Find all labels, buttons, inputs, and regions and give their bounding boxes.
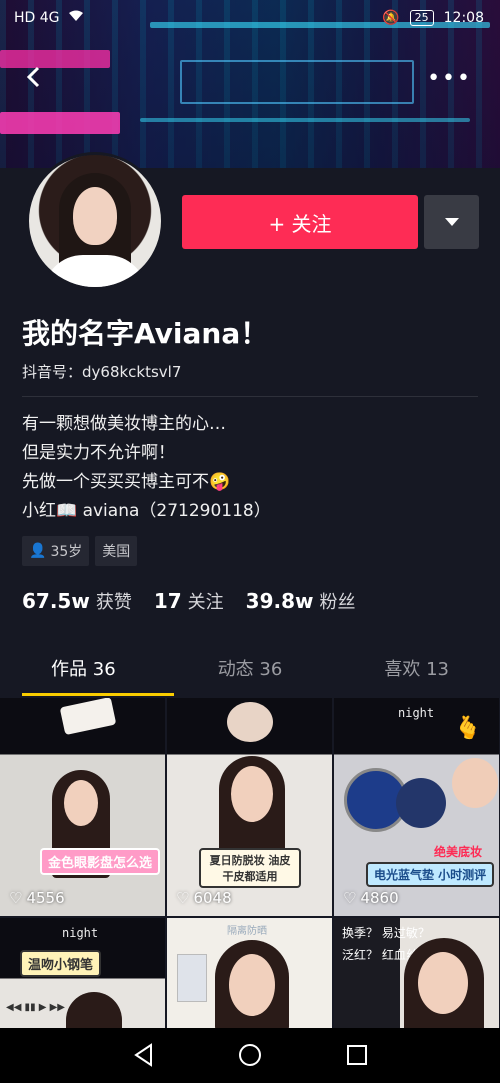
like-count: 4556 bbox=[26, 889, 65, 907]
video-badge: 绝美底妆 bbox=[434, 845, 483, 859]
profile-tags: 👤 35岁 美国 bbox=[22, 536, 138, 566]
like-count: 6048 bbox=[193, 889, 232, 907]
nav-recents-icon[interactable] bbox=[344, 1042, 370, 1068]
video-thumbnail[interactable]: 夏日防脱妆 油皮干皮都适用 ♡ 6048 bbox=[167, 698, 332, 916]
heart-icon: ♡ bbox=[343, 889, 357, 907]
back-arrow-icon[interactable] bbox=[20, 62, 50, 92]
video-grid: 金色眼影盘怎么选 ♡ 4556 夏日防脱妆 油皮干皮都适用 ♡ 6048 nig… bbox=[0, 698, 500, 1028]
tab-works[interactable]: 作品 36 bbox=[0, 650, 167, 696]
stat-label: 获赞 bbox=[95, 592, 132, 613]
bio-line: 先做一个买买买博主可不🤪 bbox=[22, 472, 231, 492]
video-thumbnail[interactable]: night 温吻小钢笔 ◀◀ ▮▮ ▶ ▶▶ bbox=[0, 918, 165, 1028]
video-thumbnail[interactable]: 换季？ 易过敏？ 泛红？ 红血丝？ bbox=[334, 918, 499, 1028]
stat-number: 39.8w bbox=[245, 589, 314, 613]
video-caption: 温吻小钢笔 bbox=[20, 950, 102, 977]
more-dots-icon[interactable]: ••• bbox=[427, 66, 472, 91]
age-tag: 👤 35岁 bbox=[22, 536, 90, 566]
video-caption: 金色眼影盘怎么选 bbox=[40, 848, 161, 875]
battery-indicator: 25 bbox=[409, 10, 434, 26]
system-nav-bar bbox=[0, 1028, 500, 1083]
bio: 有一颗想做美妆博主的心… 但是实力不允许啊！ 先做一个买买买博主可不🤪 小红📖 … bbox=[22, 410, 271, 526]
country-tag: 美国 bbox=[95, 536, 138, 566]
stat-number: 17 bbox=[153, 589, 182, 613]
follow-button-label: + 关注 bbox=[268, 211, 332, 236]
follow-button[interactable]: + 关注 bbox=[182, 195, 418, 249]
stat-label: 粉丝 bbox=[319, 592, 356, 613]
video-thumbnail[interactable]: night 🫰 绝美底妆 电光蓝气垫 小时测评 ♡ 4860 bbox=[334, 698, 499, 916]
bio-line: 小红📖 aviana（271290118） bbox=[22, 501, 271, 521]
stat-likes[interactable]: 67.5w 获赞 bbox=[22, 588, 132, 614]
compact-image bbox=[227, 702, 273, 742]
profile-stats: 67.5w 获赞 17 关注 39.8w 粉丝 bbox=[22, 588, 378, 614]
mute-icon: 🔕 bbox=[382, 10, 400, 26]
content-tabs: 作品 36 动态 36 喜欢 13 bbox=[0, 650, 500, 696]
stat-following[interactable]: 17 关注 bbox=[154, 588, 224, 614]
douyin-id[interactable]: 抖音号：dy68kcktsvl7 bbox=[22, 361, 181, 382]
washing-machine-image bbox=[177, 954, 207, 1002]
video-caption: 夏日防脱妆 油皮干皮都适用 bbox=[199, 848, 301, 888]
active-tab-indicator bbox=[22, 693, 174, 696]
stat-label: 关注 bbox=[187, 592, 224, 613]
bio-line: 有一颗想做美妆博主的心… bbox=[22, 414, 226, 434]
heart-icon: ♡ bbox=[9, 889, 23, 907]
nav-home-icon[interactable] bbox=[237, 1042, 263, 1068]
nav-back-icon[interactable] bbox=[131, 1042, 157, 1068]
tab-likes[interactable]: 喜欢 13 bbox=[333, 650, 500, 696]
country-label: 美国 bbox=[102, 544, 131, 560]
like-count: 4860 bbox=[360, 889, 399, 907]
profile-name: 我的名字Aviana！ bbox=[22, 317, 269, 350]
video-note: night bbox=[62, 926, 99, 940]
video-thumbnail[interactable]: 隔离防晒 bbox=[167, 918, 332, 1028]
stat-followers[interactable]: 39.8w 粉丝 bbox=[246, 588, 356, 614]
heart-icon: ♡ bbox=[176, 889, 190, 907]
divider bbox=[22, 396, 478, 397]
avatar[interactable] bbox=[26, 152, 164, 290]
triangle-down-icon bbox=[444, 218, 459, 226]
female-icon: 👤 bbox=[29, 543, 47, 559]
wifi-icon bbox=[68, 10, 84, 26]
video-note: night bbox=[398, 706, 435, 720]
player-controls-icon: ◀◀ ▮▮ ▶ ▶▶ bbox=[6, 1002, 65, 1013]
recommend-dropdown-button[interactable] bbox=[424, 195, 479, 249]
video-thumbnail[interactable]: 金色眼影盘怎么选 ♡ 4556 bbox=[0, 698, 165, 916]
network-indicator: HD 4G bbox=[14, 10, 60, 26]
video-likes: ♡ 4860 bbox=[343, 889, 399, 907]
palette-image bbox=[59, 698, 117, 736]
video-caption: 隔离防晒 bbox=[227, 926, 267, 937]
age-label: 35岁 bbox=[50, 544, 83, 560]
tab-dynamics[interactable]: 动态 36 bbox=[167, 650, 334, 696]
finger-heart-icon: 🫰 bbox=[454, 716, 482, 741]
video-likes: ♡ 6048 bbox=[176, 889, 232, 907]
clock: 12:08 bbox=[443, 10, 484, 26]
video-caption: 电光蓝气垫 小时测评 bbox=[366, 862, 495, 887]
stat-number: 67.5w bbox=[22, 589, 90, 613]
bio-line: 但是实力不允许啊！ bbox=[22, 443, 175, 463]
video-likes: ♡ 4556 bbox=[9, 889, 65, 907]
status-bar: HD 4G 🔕 25 12:08 bbox=[0, 0, 500, 38]
